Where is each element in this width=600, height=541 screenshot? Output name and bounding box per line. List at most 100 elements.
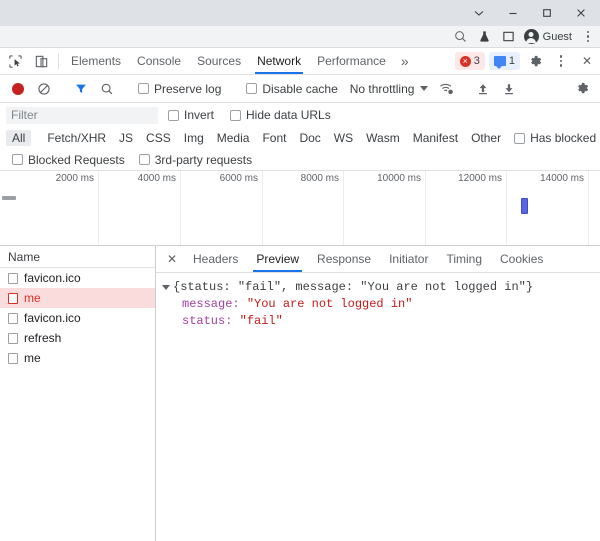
file-icon — [8, 332, 18, 344]
type-filter-js[interactable]: JS — [113, 130, 139, 146]
type-filter-fetch-xhr[interactable]: Fetch/XHR — [41, 130, 112, 146]
type-filter-ws[interactable]: WS — [328, 130, 359, 146]
error-count: 3 — [473, 55, 480, 67]
search-icon[interactable] — [95, 77, 119, 101]
tab-cookies[interactable]: Cookies — [491, 246, 552, 272]
disclosure-triangle-icon[interactable] — [162, 285, 170, 290]
timeline-gridline — [98, 171, 99, 245]
type-filter-manifest[interactable]: Manifest — [407, 130, 464, 146]
throttling-select[interactable]: No throttling — [346, 82, 433, 96]
timeline-tick-label: 8000 ms — [300, 173, 339, 184]
upload-icon[interactable] — [471, 77, 495, 101]
profile-label: Guest — [542, 30, 572, 43]
network-split: Name favicon.ico me favicon.ico refresh … — [0, 246, 600, 541]
json-summary-close: } — [525, 280, 534, 294]
filter-row: Invert Hide data URLs — [0, 103, 600, 127]
browser-toolbar: Guest — [0, 26, 600, 48]
search-input[interactable] — [6, 106, 158, 124]
json-property-row[interactable]: status: "fail" — [160, 313, 600, 330]
file-icon — [8, 272, 18, 284]
type-filter-all[interactable]: All — [6, 130, 32, 146]
type-filter-wasm[interactable]: Wasm — [360, 130, 406, 146]
type-filter-media[interactable]: Media — [211, 130, 256, 146]
devtools-close-icon[interactable]: ✕ — [574, 48, 600, 74]
error-count-badge[interactable]: × 3 — [454, 52, 485, 70]
minimize-icon[interactable] — [496, 0, 530, 26]
blocked-requests-checkbox[interactable]: Blocked Requests — [6, 153, 131, 167]
tab-sources[interactable]: Sources — [189, 48, 249, 74]
kebab-menu-icon[interactable] — [580, 28, 596, 46]
tab-initiator[interactable]: Initiator — [380, 246, 437, 272]
file-icon — [8, 352, 18, 364]
json-root-row[interactable]: {status: "fail", message: "You are not l… — [160, 279, 600, 296]
type-filter-font[interactable]: Font — [256, 130, 292, 146]
json-property-row[interactable]: message: "You are not logged in" — [160, 296, 600, 313]
devtools-menu-icon[interactable] — [548, 48, 574, 74]
checkbox-box — [246, 83, 258, 94]
has-blocked-cookies-label: Has blocked cookies — [530, 131, 600, 145]
third-party-requests-label: 3rd-party requests — [154, 152, 253, 167]
request-bar[interactable] — [521, 198, 528, 214]
maximize-icon[interactable] — [530, 0, 564, 26]
table-row[interactable]: favicon.ico — [0, 308, 155, 328]
hide-data-urls-label: Hide data URLs — [246, 108, 331, 122]
record-button[interactable] — [6, 77, 30, 101]
tab-headers[interactable]: Headers — [184, 246, 247, 272]
tab-timing[interactable]: Timing — [437, 246, 491, 272]
profile-chip[interactable]: Guest — [522, 27, 578, 47]
tab-response[interactable]: Response — [308, 246, 380, 272]
third-party-requests-checkbox[interactable]: 3rd-party requests — [133, 153, 258, 167]
file-icon — [8, 312, 18, 324]
type-filter-img[interactable]: Img — [178, 130, 210, 146]
json-value: "fail" — [239, 314, 283, 328]
invert-checkbox[interactable]: Invert — [162, 108, 220, 122]
table-row[interactable]: favicon.ico — [0, 268, 155, 288]
network-settings-gear-icon[interactable] — [570, 77, 594, 101]
table-row[interactable]: me — [0, 348, 155, 368]
tab-network[interactable]: Network — [249, 48, 309, 74]
tab-performance[interactable]: Performance — [309, 48, 394, 74]
zoom-icon[interactable] — [450, 27, 472, 47]
inspect-element-icon[interactable] — [2, 48, 28, 74]
side-panel-icon[interactable] — [498, 27, 520, 47]
tab-preview[interactable]: Preview — [247, 246, 308, 272]
tab-console[interactable]: Console — [129, 48, 189, 74]
message-count: 1 — [508, 55, 515, 67]
preserve-log-checkbox[interactable]: Preserve log — [132, 82, 227, 96]
resource-type-filters: All Fetch/XHR JS CSS Img Media Font Doc … — [0, 127, 600, 149]
invert-label: Invert — [184, 108, 215, 122]
requests-pane: Name favicon.ico me favicon.ico refresh … — [0, 246, 156, 541]
type-filter-other[interactable]: Other — [465, 130, 507, 146]
flask-icon[interactable] — [474, 27, 496, 47]
wifi-settings-icon[interactable] — [434, 77, 458, 101]
requests-column-header[interactable]: Name — [0, 246, 155, 268]
request-detail-pane: ✕ Headers Preview Response Initiator Tim… — [156, 246, 600, 541]
timeline-tick-label: 2000 ms — [55, 173, 94, 184]
clear-button[interactable] — [32, 77, 56, 101]
close-detail-icon[interactable]: ✕ — [160, 246, 184, 272]
blocked-requests-label: Blocked Requests — [28, 152, 125, 167]
devtools-panel: Elements Console Sources Network Perform… — [0, 48, 600, 541]
disable-cache-label: Disable cache — [262, 81, 338, 96]
type-filter-doc[interactable]: Doc — [293, 130, 326, 146]
disable-cache-checkbox[interactable]: Disable cache — [240, 82, 343, 96]
timeline-gridline — [506, 171, 507, 245]
type-filter-css[interactable]: CSS — [140, 130, 177, 146]
devtools-settings-gear-icon[interactable] — [522, 48, 548, 74]
preview-json-viewer: {status: "fail", message: "You are not l… — [156, 273, 600, 541]
has-blocked-cookies-checkbox[interactable]: Has blocked cookies — [508, 131, 600, 145]
timeline-gridline — [343, 171, 344, 245]
device-toolbar-icon[interactable] — [28, 48, 54, 74]
hide-data-urls-checkbox[interactable]: Hide data URLs — [224, 108, 337, 122]
filter-funnel-icon[interactable] — [69, 77, 93, 101]
close-window-icon[interactable] — [564, 0, 598, 26]
table-row[interactable]: me — [0, 288, 155, 308]
table-row[interactable]: refresh — [0, 328, 155, 348]
tab-elements[interactable]: Elements — [63, 48, 129, 74]
download-icon[interactable] — [497, 77, 521, 101]
message-count-badge[interactable]: 1 — [488, 52, 520, 70]
network-overview-timeline[interactable]: 2000 ms 4000 ms 6000 ms 8000 ms 10000 ms… — [0, 171, 600, 246]
chevron-down-icon — [420, 86, 429, 91]
chevron-down-icon[interactable] — [462, 0, 496, 26]
more-tabs-button[interactable]: » — [394, 48, 416, 74]
